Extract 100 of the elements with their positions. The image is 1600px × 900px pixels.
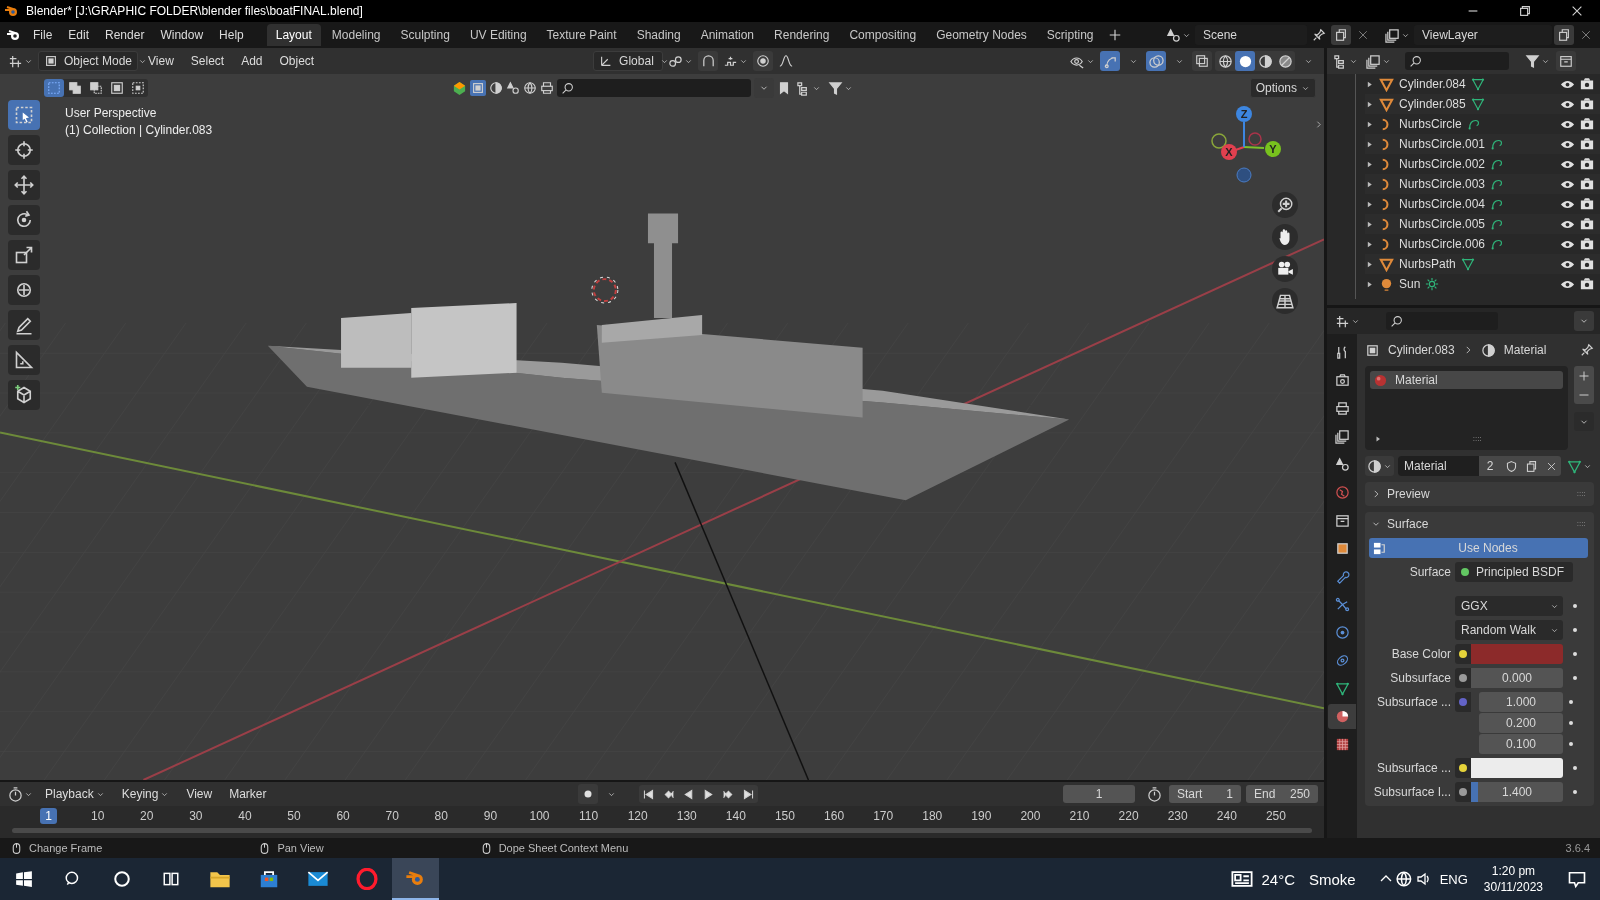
frame-number: 160 <box>823 808 846 824</box>
menu-item[interactable]: Add <box>234 51 270 71</box>
shader-field[interactable]: Principled BSDF <box>1455 562 1573 582</box>
outliner-row[interactable]: NurbsCircle.003 <box>1365 174 1600 194</box>
status-hint: Dope Sheet Context Menu <box>498 842 629 854</box>
temperature[interactable]: 24°C <box>1255 870 1301 888</box>
field-label: Subsurface ... <box>1375 694 1451 711</box>
outliner-row[interactable]: Sun <box>1365 274 1600 294</box>
menu-item[interactable]: Marker <box>222 784 274 804</box>
workspace-tab[interactable]: Shading <box>627 24 690 46</box>
object-name: NurbsCircle.005 <box>1399 217 1486 231</box>
outliner-row[interactable]: NurbsCircle.005 <box>1365 214 1600 234</box>
outliner-row[interactable]: NurbsCircle.002 <box>1365 154 1600 174</box>
workspace-tab[interactable]: Texture Paint <box>537 24 626 46</box>
workspace-tab[interactable]: Geometry Nodes <box>927 24 1036 46</box>
frame-number: 180 <box>921 808 944 824</box>
frame-number: 230 <box>1166 808 1189 824</box>
user-count[interactable]: 2 <box>1479 456 1501 476</box>
start-frame-field[interactable]: Start 1 <box>1169 785 1241 803</box>
current-frame-field[interactable]: 1 <box>1063 785 1135 803</box>
workspace-tab[interactable]: Scripting <box>1037 24 1103 46</box>
status-hint: Change Frame <box>29 842 103 854</box>
frame-number: 150 <box>773 808 796 824</box>
workspace-tab[interactable]: Layout <box>266 24 321 46</box>
axis-handle[interactable]: Y <box>1243 141 1281 157</box>
axis-handle[interactable]: Z <box>1236 106 1252 148</box>
dropdown[interactable]: GGX <box>1455 596 1563 616</box>
workspace-tab[interactable]: Modeling <box>322 24 390 46</box>
frame-number: 1 <box>40 808 57 824</box>
outliner-row[interactable]: NurbsCircle <box>1365 114 1600 134</box>
breadcrumb-item: Material <box>1503 343 1547 357</box>
menu-item[interactable]: Keying <box>114 784 177 804</box>
menu-item[interactable]: Object <box>272 51 322 71</box>
clock-date[interactable]: 30/11/2023 <box>1483 880 1543 894</box>
frame-number: 110 <box>578 808 600 824</box>
number-field[interactable]: 0.100 <box>1479 734 1563 754</box>
panel-title: Surface <box>1387 517 1429 531</box>
menu-item[interactable]: Render <box>98 25 152 45</box>
material-slot[interactable]: Material <box>1370 371 1563 389</box>
workspace-tab[interactable]: Sculpting <box>391 24 459 46</box>
frame-number: 220 <box>1117 808 1140 824</box>
menu-item[interactable]: Select <box>183 51 232 71</box>
frame-number: 40 <box>237 808 253 824</box>
menu-item[interactable]: Playback <box>38 784 112 804</box>
panel-title: Preview <box>1387 487 1430 501</box>
outliner-row[interactable]: NurbsCircle.006 <box>1365 234 1600 254</box>
object-name: NurbsPath <box>1399 257 1456 271</box>
material-name-field[interactable]: Material <box>1398 456 1479 476</box>
frame-number: 90 <box>482 808 499 824</box>
outliner-row[interactable]: Cylinder.085 <box>1365 94 1600 114</box>
number-field[interactable]: 1.000 <box>1479 692 1563 712</box>
version-label: 3.6.4 <box>1565 842 1590 854</box>
frame-number: 120 <box>626 808 649 824</box>
object-name: NurbsCircle.004 <box>1399 197 1486 211</box>
status-hint: Pan View <box>277 842 324 854</box>
number-field[interactable]: 0.200 <box>1479 713 1563 733</box>
outliner-row[interactable]: NurbsPath <box>1365 254 1600 274</box>
outliner-row[interactable]: NurbsCircle.001 <box>1365 134 1600 154</box>
frame-number: 50 <box>286 808 302 824</box>
outliner-row[interactable]: Cylinder.084 <box>1365 74 1600 94</box>
workspace-tab[interactable]: UV Editing <box>460 24 536 46</box>
panel-header[interactable]: Preview <box>1365 482 1594 506</box>
slider-field[interactable]: 1.400 <box>1471 782 1563 802</box>
frame-number: 10 <box>89 808 106 824</box>
object-name: Cylinder.084 <box>1399 77 1466 91</box>
number-field[interactable]: 0.000 <box>1471 668 1563 688</box>
options-dropdown[interactable]: Options <box>1249 78 1316 98</box>
dropdown[interactable]: Random Walk <box>1455 620 1563 640</box>
workspace-tab[interactable]: Compositing <box>840 24 926 46</box>
weather-text[interactable]: Smoke <box>1302 870 1362 888</box>
frame-number: 20 <box>139 808 155 824</box>
menu-item[interactable]: Window <box>153 25 211 45</box>
field-label: Subsurface ... <box>1375 760 1451 777</box>
object-name: Sun <box>1399 277 1421 291</box>
menu-item[interactable]: View <box>179 784 220 804</box>
workspace-tab[interactable]: Animation <box>691 24 764 46</box>
frame-number: 200 <box>1019 808 1042 824</box>
object-name: NurbsCircle.002 <box>1399 157 1486 171</box>
view-layer-name-field[interactable]: ViewLayer <box>1414 25 1552 45</box>
menu-item[interactable]: View <box>141 51 181 71</box>
frame-number: 170 <box>872 808 895 824</box>
clock-time[interactable]: 1:20 pm <box>1491 864 1536 878</box>
use-nodes-button[interactable]: Use Nodes <box>1369 538 1588 558</box>
frame-number: 210 <box>1068 808 1091 824</box>
outliner-row[interactable]: NurbsCircle.004 <box>1365 194 1600 214</box>
panel-header[interactable]: Surface <box>1365 512 1594 536</box>
scene-name-field[interactable]: Scene <box>1195 25 1307 45</box>
field-label: Subsurface <box>1389 670 1451 687</box>
workspace-tab[interactable]: Rendering <box>765 24 839 46</box>
field-label: Subsurface I... <box>1372 784 1451 801</box>
menu-item[interactable]: Help <box>212 25 251 45</box>
view-name: User Perspective <box>65 106 158 120</box>
frame-number: 190 <box>970 808 993 824</box>
frame-number: 30 <box>188 808 204 824</box>
language-indicator[interactable]: ENG <box>1433 871 1474 887</box>
menu-item[interactable]: Edit <box>61 25 97 45</box>
menu-item[interactable]: File <box>26 25 60 45</box>
field-label: Base Color <box>1390 646 1451 663</box>
object-name: NurbsCircle.003 <box>1399 177 1486 191</box>
end-frame-field[interactable]: End 250 <box>1246 785 1318 803</box>
